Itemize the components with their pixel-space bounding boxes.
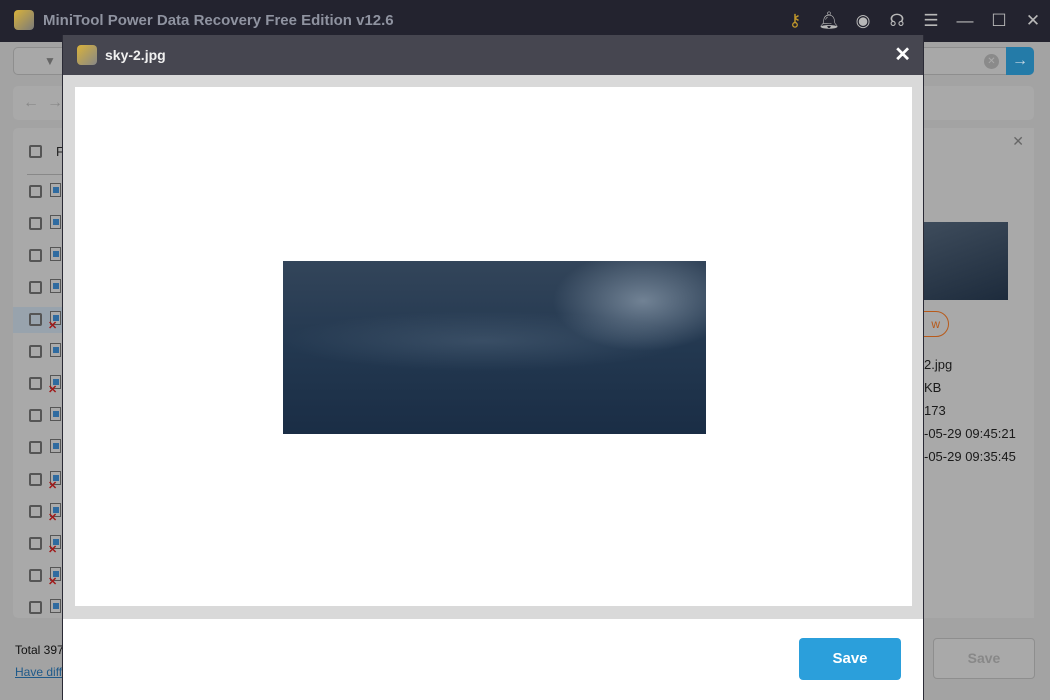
close-icon[interactable]: ✕ bbox=[1016, 0, 1050, 42]
preview-dialog: sky-2.jpg ✕ Save bbox=[62, 35, 924, 700]
deleted-mark-icon: ✕ bbox=[48, 319, 57, 332]
deleted-mark-icon: ✕ bbox=[48, 575, 57, 588]
select-all-checkbox[interactable] bbox=[29, 145, 42, 158]
thumbnail bbox=[924, 222, 1008, 300]
minimize-icon[interactable]: — bbox=[948, 0, 982, 42]
deleted-mark-icon: ✕ bbox=[48, 511, 57, 524]
preview-image bbox=[283, 261, 706, 434]
file-name-value: 2.jpg bbox=[924, 357, 952, 372]
row-checkbox[interactable] bbox=[29, 377, 42, 390]
row-checkbox[interactable] bbox=[29, 345, 42, 358]
dialog-header: sky-2.jpg ✕ bbox=[63, 35, 923, 75]
app-logo-icon bbox=[14, 10, 34, 30]
image-file-icon bbox=[50, 215, 61, 229]
row-checkbox[interactable] bbox=[29, 249, 42, 262]
close-panel-icon[interactable]: ✕ bbox=[1012, 133, 1024, 150]
image-viewer bbox=[63, 75, 923, 619]
preview-side-panel: ✕ w 2.jpg KB 173 -05-29 09:45:21 -05-29 … bbox=[924, 128, 1034, 618]
row-checkbox[interactable] bbox=[29, 569, 42, 582]
image-file-icon bbox=[50, 343, 61, 357]
created-value: -05-29 09:45:21 bbox=[924, 426, 1016, 441]
main-save-button[interactable]: Save bbox=[933, 638, 1035, 679]
forward-icon[interactable]: → bbox=[47, 94, 63, 112]
divider bbox=[27, 174, 67, 175]
image-file-icon bbox=[50, 439, 61, 453]
row-checkbox[interactable] bbox=[29, 601, 42, 614]
deleted-mark-icon: ✕ bbox=[48, 479, 57, 492]
dialog-close-icon[interactable]: ✕ bbox=[894, 42, 911, 67]
help-link[interactable]: Have diff bbox=[15, 665, 62, 679]
image-file-icon bbox=[50, 183, 61, 197]
row-checkbox[interactable] bbox=[29, 441, 42, 454]
row-checkbox[interactable] bbox=[29, 409, 42, 422]
image-file-icon bbox=[50, 599, 61, 613]
modified-value: -05-29 09:35:45 bbox=[924, 449, 1016, 464]
row-checkbox[interactable] bbox=[29, 473, 42, 486]
filter-icon[interactable]: ▼ bbox=[44, 54, 56, 68]
row-checkbox[interactable] bbox=[29, 185, 42, 198]
app-title: MiniTool Power Data Recovery Free Editio… bbox=[43, 12, 394, 29]
back-icon[interactable]: ← bbox=[23, 94, 39, 112]
image-canvas bbox=[75, 87, 912, 606]
row-checkbox[interactable] bbox=[29, 313, 42, 326]
total-count: Total 397 bbox=[15, 643, 64, 657]
image-file-icon bbox=[50, 407, 61, 421]
deleted-mark-icon: ✕ bbox=[48, 543, 57, 556]
file-size-value: KB bbox=[924, 380, 941, 395]
row-checkbox[interactable] bbox=[29, 537, 42, 550]
row-checkbox[interactable] bbox=[29, 217, 42, 230]
image-file-icon bbox=[50, 247, 61, 261]
maximize-icon[interactable]: ☐ bbox=[982, 0, 1016, 42]
search-go-button[interactable]: → bbox=[1006, 47, 1034, 75]
dimensions-value: 173 bbox=[924, 403, 946, 418]
app-logo-icon bbox=[77, 45, 97, 65]
row-checkbox[interactable] bbox=[29, 505, 42, 518]
dialog-title: sky-2.jpg bbox=[105, 47, 166, 63]
image-file-icon bbox=[50, 279, 61, 293]
deleted-mark-icon: ✕ bbox=[48, 383, 57, 396]
save-button[interactable]: Save bbox=[799, 638, 901, 680]
row-checkbox[interactable] bbox=[29, 281, 42, 294]
clear-search-icon[interactable]: ✕ bbox=[984, 54, 999, 69]
